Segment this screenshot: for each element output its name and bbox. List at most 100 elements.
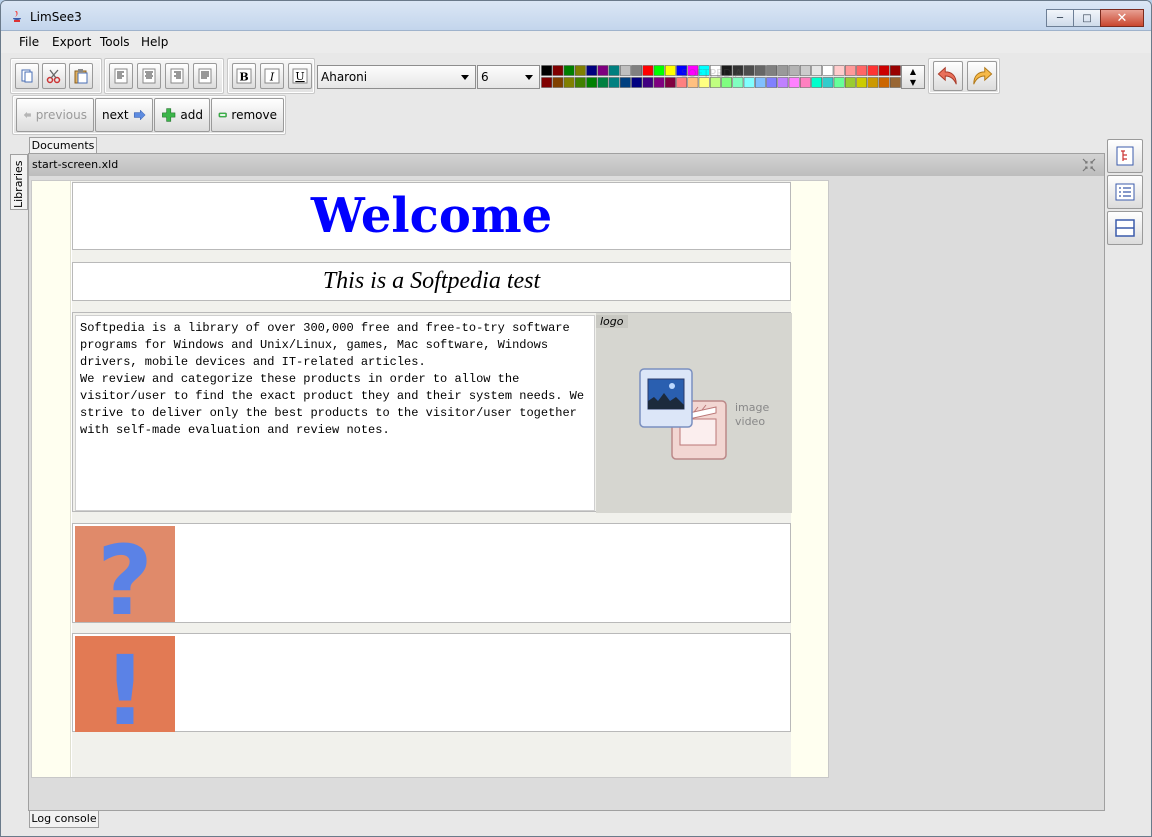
body-text[interactable]: Softpedia is a library of over 300,000 f…	[75, 315, 595, 511]
menu-export[interactable]: Export	[52, 35, 91, 49]
spinner-up-icon[interactable]: ▲	[902, 66, 924, 77]
color-swatch[interactable]	[878, 77, 890, 88]
color-swatch[interactable]	[586, 65, 597, 76]
previous-button[interactable]: previous	[16, 98, 94, 132]
align-left-button[interactable]	[109, 63, 133, 89]
redo-button[interactable]	[967, 61, 997, 91]
underline-button[interactable]: U	[288, 63, 312, 89]
svg-text:B: B	[239, 71, 248, 84]
color-swatch[interactable]	[563, 65, 575, 76]
color-swatch[interactable]	[822, 77, 834, 88]
palette-spinner[interactable]: ▲ ▼	[901, 65, 925, 89]
color-swatch[interactable]	[575, 65, 586, 76]
color-swatch[interactable]	[800, 65, 811, 76]
color-swatch[interactable]	[541, 65, 552, 76]
add-button[interactable]: add	[154, 98, 210, 132]
remove-button[interactable]: remove	[211, 98, 284, 132]
color-swatch[interactable]	[653, 65, 665, 76]
color-swatch[interactable]	[777, 77, 789, 88]
chevron-down-icon	[461, 75, 469, 80]
copy-button[interactable]	[15, 63, 39, 89]
color-swatch[interactable]	[755, 77, 766, 88]
italic-button[interactable]: I	[260, 63, 284, 89]
color-swatch[interactable]	[575, 77, 586, 88]
color-swatch[interactable]	[788, 77, 800, 88]
exclamation-image-cell[interactable]: !	[75, 635, 175, 747]
menu-file[interactable]: File	[19, 35, 39, 49]
undo-button[interactable]	[933, 61, 963, 91]
color-swatch[interactable]	[586, 77, 597, 88]
color-swatch[interactable]	[743, 65, 755, 76]
question-image-cell[interactable]: ?	[75, 525, 175, 637]
align-justify-button[interactable]	[193, 63, 217, 89]
next-button[interactable]: next	[95, 98, 153, 132]
font-size-select[interactable]: 6	[477, 65, 540, 89]
color-swatch[interactable]	[856, 77, 867, 88]
color-swatch[interactable]	[597, 65, 609, 76]
color-swatch[interactable]	[845, 65, 856, 76]
color-swatch[interactable]	[845, 77, 856, 88]
color-swatch[interactable]	[833, 77, 845, 88]
layout-view-button[interactable]	[1107, 211, 1143, 245]
exclamation-row[interactable]: !	[72, 633, 791, 747]
color-swatch[interactable]	[653, 77, 665, 88]
color-swatch[interactable]	[620, 77, 631, 88]
maximize-button[interactable]: □	[1073, 9, 1101, 27]
subtitle-region[interactable]: This is a Softpedia test	[72, 262, 791, 301]
menu-help[interactable]: Help	[141, 35, 168, 49]
color-swatch[interactable]	[642, 77, 654, 88]
minimize-button[interactable]: ─	[1046, 9, 1074, 27]
color-swatch[interactable]	[788, 65, 800, 76]
color-swatch[interactable]	[811, 65, 822, 76]
bold-button[interactable]: B	[232, 63, 256, 89]
color-swatch[interactable]	[597, 77, 609, 88]
color-swatch[interactable]	[833, 65, 845, 76]
color-swatch[interactable]	[890, 65, 901, 76]
color-swatch[interactable]	[766, 65, 777, 76]
heading-region[interactable]: Welcome	[72, 182, 791, 250]
color-swatch[interactable]	[608, 77, 620, 88]
color-swatch[interactable]	[608, 65, 620, 76]
media-type-image: image	[735, 401, 770, 414]
paste-button[interactable]	[69, 63, 93, 89]
color-swatch[interactable]	[620, 65, 631, 76]
color-swatch[interactable]	[856, 65, 867, 76]
color-swatch[interactable]	[800, 77, 811, 88]
color-swatch[interactable]	[811, 77, 822, 88]
color-swatch[interactable]	[878, 65, 890, 76]
color-swatch[interactable]	[665, 77, 676, 88]
color-swatch[interactable]	[665, 65, 676, 76]
color-swatch[interactable]	[890, 77, 901, 88]
color-swatch[interactable]	[552, 65, 564, 76]
color-swatch[interactable]	[631, 77, 642, 88]
menu-tools[interactable]: Tools	[100, 35, 130, 49]
tab-log-console[interactable]: Log console	[29, 811, 99, 828]
spinner-down-icon[interactable]: ▼	[902, 77, 924, 88]
color-swatch[interactable]	[563, 77, 575, 88]
paste-icon	[74, 69, 88, 84]
font-family-select[interactable]: Aharoni	[317, 65, 476, 89]
color-swatch[interactable]	[642, 65, 654, 76]
structure-view-button[interactable]	[1107, 139, 1143, 173]
color-swatch[interactable]	[743, 77, 755, 88]
minimize-panel-icon[interactable]	[1082, 158, 1096, 172]
align-center-button[interactable]	[137, 63, 161, 89]
color-swatch[interactable]	[867, 65, 879, 76]
color-swatch[interactable]	[755, 65, 766, 76]
color-swatch[interactable]	[541, 77, 552, 88]
close-button[interactable]: ✕	[1100, 9, 1144, 27]
page-subtitle: This is a Softpedia test	[322, 268, 541, 294]
question-row[interactable]: ?	[72, 523, 791, 637]
tab-libraries[interactable]: Libraries	[10, 154, 28, 210]
color-swatch[interactable]	[777, 65, 789, 76]
list-view-button[interactable]	[1107, 175, 1143, 209]
color-swatch[interactable]	[822, 65, 834, 76]
align-right-button[interactable]	[165, 63, 189, 89]
tab-documents[interactable]: Documents	[29, 137, 97, 154]
color-swatch[interactable]	[631, 65, 642, 76]
color-swatch[interactable]	[766, 77, 777, 88]
color-swatch[interactable]	[552, 77, 564, 88]
cut-button[interactable]	[42, 63, 66, 89]
color-swatch[interactable]	[867, 77, 879, 88]
logo-region[interactable]: logo image video	[596, 313, 792, 513]
